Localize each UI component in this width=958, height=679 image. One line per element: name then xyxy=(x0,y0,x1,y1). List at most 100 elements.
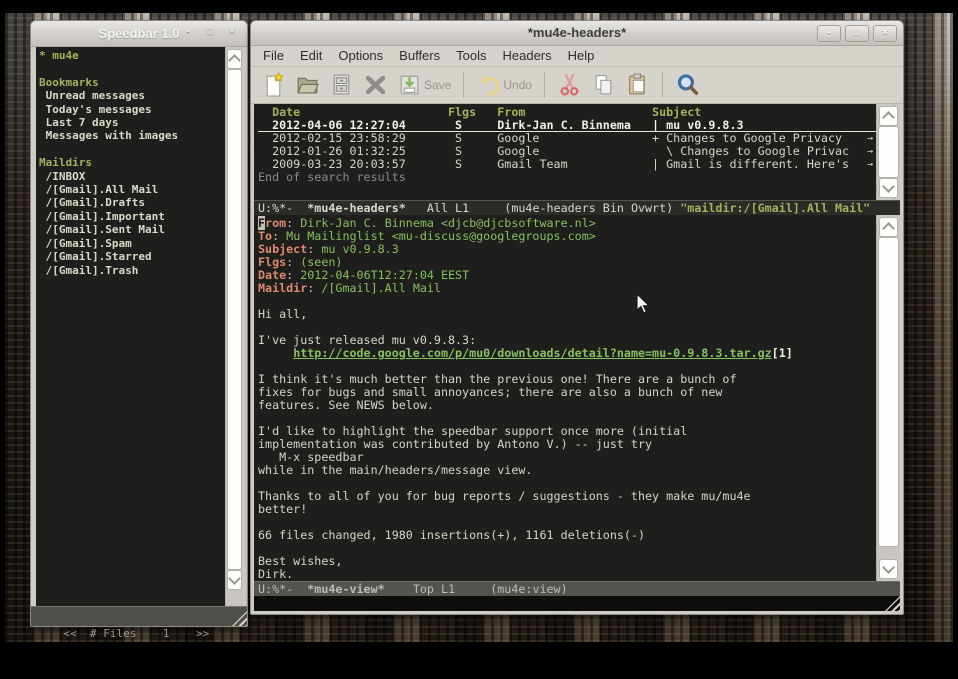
maximize-button[interactable]: □ xyxy=(201,25,219,40)
scroll-up-button[interactable] xyxy=(879,106,898,126)
paste-button[interactable] xyxy=(625,72,650,97)
menu-help[interactable]: Help xyxy=(560,47,603,64)
field-label: Flgs xyxy=(258,255,286,269)
search-button[interactable] xyxy=(675,72,700,97)
message-buffer[interactable]: From: Dirk-Jan C. Binnema <djcb@djcbsoft… xyxy=(254,215,876,581)
scroll-down-button[interactable] xyxy=(879,559,898,579)
speedbar-item[interactable]: /[Gmail].All Mail xyxy=(39,183,225,196)
menu-file[interactable]: File xyxy=(255,47,292,64)
toolbar: Save Undo xyxy=(251,66,903,104)
message-scrollbar[interactable] xyxy=(876,215,900,581)
body-line: features. See NEWS below. xyxy=(258,399,876,412)
close-buffer-button[interactable] xyxy=(363,72,388,97)
minimize-button[interactable]: - xyxy=(179,25,197,40)
download-link[interactable]: http://code.google.com/p/mu0/downloads/d… xyxy=(293,346,771,360)
speedbar-item[interactable]: Messages with images xyxy=(39,129,225,142)
text-cursor: F xyxy=(258,216,265,230)
chevron-up-icon xyxy=(228,54,241,67)
continuation-arrow-icon: → xyxy=(867,132,873,145)
blank-line xyxy=(39,143,225,156)
speedbar-item[interactable]: /[Gmail].Drafts xyxy=(39,196,225,209)
speedbar-scrollbar[interactable] xyxy=(225,47,243,606)
speedbar-statusbar: << # Files 1 >> xyxy=(31,606,247,626)
speedbar-titlebar[interactable]: Speedbar 1.0 - □ × xyxy=(31,21,247,47)
resize-grip[interactable] xyxy=(885,596,900,611)
menu-headers[interactable]: Headers xyxy=(494,47,559,64)
field-value: Mu Mailinglist <mu-discuss@googlegroups.… xyxy=(286,229,596,243)
menu-edit[interactable]: Edit xyxy=(292,47,330,64)
close-button[interactable]: × xyxy=(873,25,897,42)
field-label: Maildir xyxy=(258,281,307,295)
scroll-down-button[interactable] xyxy=(879,178,898,198)
speedbar-item[interactable]: /[Gmail].Important xyxy=(39,210,225,223)
speedbar-item[interactable]: /[Gmail].Starred xyxy=(39,250,225,263)
scroll-up-button[interactable] xyxy=(879,217,898,237)
continuation-arrow-icon: → xyxy=(867,145,873,158)
field-colon: : xyxy=(286,255,300,269)
headers-buffer[interactable]: Date Flgs From Subject 2012-04-06 12:27:… xyxy=(254,104,876,200)
toolbar-separator xyxy=(544,72,545,98)
speedbar-group-label[interactable]: * mu4e xyxy=(39,49,225,62)
mu4e-titlebar[interactable]: *mu4e-headers* - □ × xyxy=(251,21,903,46)
undo-label: Undo xyxy=(503,78,532,92)
field-colon: : xyxy=(286,268,300,282)
speedbar-item[interactable]: Last 7 days xyxy=(39,116,225,129)
undo-icon xyxy=(476,72,501,97)
field-label: From xyxy=(258,216,286,230)
scroll-up-button[interactable] xyxy=(227,49,242,69)
scrollbar-thumb[interactable] xyxy=(878,237,899,547)
message-view-pane: From: Dirk-Jan C. Binnema <djcb@djcbsoft… xyxy=(254,215,900,581)
speedbar-item[interactable]: Unread messages xyxy=(39,89,225,102)
resize-grip[interactable] xyxy=(232,611,247,626)
menu-options[interactable]: Options xyxy=(330,47,391,64)
menu-bar: FileEditOptionsBuffersToolsHeadersHelp xyxy=(251,46,903,66)
new-file-button[interactable] xyxy=(261,72,286,97)
field-value: 2012-04-06T12:27:04 EEST xyxy=(300,268,469,282)
save-icon xyxy=(397,72,422,97)
echo-area[interactable] xyxy=(254,596,900,611)
field-colon: : xyxy=(307,281,321,295)
speedbar-item[interactable]: /INBOX xyxy=(39,170,225,183)
modeline-segment: "maildir:/[Gmail].All Mail" xyxy=(680,201,870,215)
modeline-segment: U:%*- xyxy=(258,582,307,596)
field-label: To xyxy=(258,229,272,243)
open-file-button[interactable] xyxy=(295,72,320,97)
field-colon: : xyxy=(307,242,321,256)
speedbar-title: Speedbar 1.0 xyxy=(99,26,180,41)
modeline-segment: U:%*- xyxy=(258,201,307,215)
headers-scrollbar[interactable] xyxy=(876,104,900,200)
minimize-button[interactable]: - xyxy=(817,25,841,42)
scrollbar-thumb[interactable] xyxy=(227,69,242,570)
headers-modeline: U:%*- *mu4e-headers* All L1 (mu4e-header… xyxy=(254,200,900,215)
close-button[interactable]: × xyxy=(223,25,241,40)
new-file-icon xyxy=(261,72,286,97)
menu-tools[interactable]: Tools xyxy=(448,47,494,64)
save-button[interactable]: Save xyxy=(397,72,451,97)
blank-line xyxy=(39,62,225,75)
search-icon xyxy=(675,72,700,97)
undo-button[interactable]: Undo xyxy=(476,72,532,97)
scrollbar-thumb[interactable] xyxy=(878,126,899,178)
speedbar-group-label[interactable]: Bookmarks xyxy=(39,76,225,89)
scroll-down-button[interactable] xyxy=(227,570,242,590)
speedbar-group-label[interactable]: Maildirs xyxy=(39,156,225,169)
modeline-segment: *mu4e-view* xyxy=(307,582,384,596)
dired-button[interactable] xyxy=(329,72,354,97)
header-row[interactable]: 2009-03-23 20:03:57 S Gmail Team | Gmail… xyxy=(258,158,876,171)
menu-buffers[interactable]: Buffers xyxy=(391,47,448,64)
body-line xyxy=(258,542,876,555)
body-line: http://code.google.com/p/mu0/downloads/d… xyxy=(258,347,876,360)
speedbar-item[interactable]: /[Gmail].Spam xyxy=(39,237,225,250)
maximize-button[interactable]: □ xyxy=(845,25,869,42)
copy-button[interactable] xyxy=(591,72,616,97)
body-line xyxy=(258,295,876,308)
speedbar-item[interactable]: Today's messages xyxy=(39,103,225,116)
chevron-down-icon xyxy=(882,561,895,574)
cut-button[interactable] xyxy=(557,72,582,97)
paste-clipboard-icon xyxy=(625,72,650,97)
speedbar-item[interactable]: /[Gmail].Sent Mail xyxy=(39,223,225,236)
chevron-down-icon xyxy=(882,180,895,193)
speedbar-item[interactable]: /[Gmail].Trash xyxy=(39,264,225,277)
speedbar-content: * mu4e Bookmarks Unread messages Today's… xyxy=(36,47,225,606)
field-value: mu v0.9.8.3 xyxy=(321,242,398,256)
